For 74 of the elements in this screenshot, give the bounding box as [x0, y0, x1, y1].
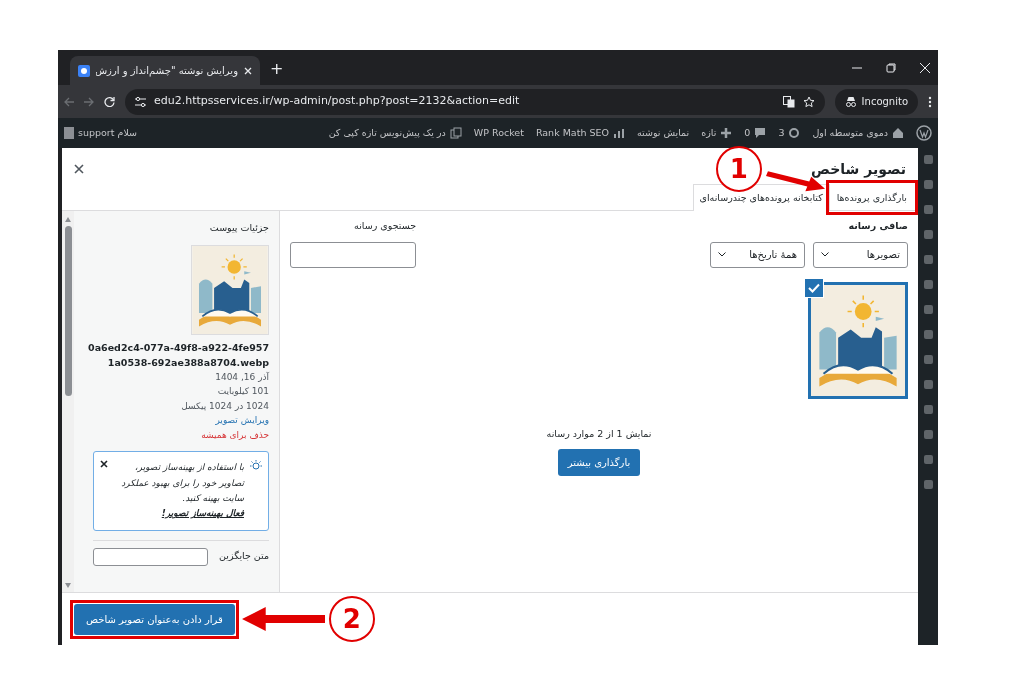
file-name: 0a6ed2c4-077a-49f8-a922-4fe9571a0538-692ae388a8704.webp — [87, 340, 269, 370]
admin-bar-link[interactable]: دموی متوسطه اول — [812, 125, 888, 141]
comment-icon[interactable] — [754, 127, 767, 139]
set-featured-image-button[interactable]: قرار دادن به‌عنوان تصویر شاخص — [74, 603, 235, 635]
admin-bar-link[interactable]: Rank Math SEO — [535, 125, 609, 141]
tab-title: ویرایش نوشته "چشم‌انداز و ارزش — [96, 64, 238, 78]
reload-icon[interactable] — [104, 96, 115, 107]
attachment-details-heading: جزئیات پیوست — [209, 221, 269, 236]
image-dimensions: 1024 در 1024 پیکسل — [181, 399, 269, 413]
admin-menu-icon[interactable] — [922, 404, 934, 415]
modal-title: تصویر شاخص — [811, 159, 906, 180]
admin-menu-icon[interactable] — [922, 379, 934, 390]
copy-icon[interactable] — [449, 127, 462, 139]
forward-arrow-icon[interactable] — [84, 96, 94, 107]
translate-icon[interactable] — [782, 95, 795, 108]
search-field[interactable] — [290, 241, 416, 268]
back-arrow-icon[interactable] — [64, 96, 74, 107]
menu-icon[interactable] — [928, 95, 932, 108]
favicon-icon — [78, 64, 90, 77]
close-icon[interactable] — [74, 164, 84, 174]
admin-menu-icon[interactable] — [922, 454, 934, 465]
new-tab-button[interactable]: + — [270, 57, 284, 81]
date-select[interactable]: همهٔ تاریخ‌ها — [710, 241, 805, 268]
alt-text-label: متن جایگزین — [219, 549, 269, 564]
notice-text: با استفاده از بهینه‌ساز تصویر، تصاویر خود را برای بهبود عملکرد سایت بهینه کنید. فعال بهینه‌ساز تصویر! — [120, 461, 244, 521]
restore-icon[interactable] — [886, 62, 896, 73]
incognito-button[interactable]: Incognito — [834, 88, 918, 115]
filter-label: صافی رسانه — [847, 219, 908, 234]
wordpress-logo-icon[interactable] — [916, 125, 932, 141]
upload-date: آذر 16, 1404 — [215, 370, 269, 384]
admin-bar-link[interactable]: نمایش نوشته — [636, 125, 690, 141]
check-icon — [808, 282, 820, 293]
admin-menu-icon[interactable] — [922, 154, 934, 165]
scroll-down-icon — [65, 583, 71, 588]
bar-chart-icon[interactable] — [612, 127, 625, 139]
close-icon[interactable] — [100, 460, 108, 469]
admin-bar-link[interactable]: WP Rocket — [473, 125, 524, 141]
file-size: 101 کیلوبایت — [217, 385, 269, 399]
admin-bar-link[interactable]: 0 — [744, 125, 751, 141]
lightbulb-icon — [250, 460, 262, 473]
site-settings-icon[interactable] — [135, 96, 146, 107]
search-label: جستجوی رسانه — [353, 219, 416, 234]
admin-menu-icon[interactable] — [922, 354, 934, 365]
scrollbar[interactable] — [62, 211, 74, 592]
admin-bar-link[interactable]: 3 — [778, 125, 785, 141]
scroll-up-icon — [65, 217, 71, 223]
admin-menu-icon[interactable] — [922, 479, 934, 490]
media-type-select[interactable]: تصویرها — [813, 241, 908, 268]
admin-menu-icon[interactable] — [922, 204, 934, 215]
admin-menu-icon[interactable] — [922, 304, 934, 315]
admin-bar-link[interactable]: تازه — [701, 125, 717, 141]
edit-image-link[interactable]: ویرایش تصویر — [215, 414, 269, 428]
admin-bar-link[interactable]: در یک پیش‌نویس تازه کپی کن — [328, 125, 446, 141]
admin-menu-icon[interactable] — [922, 279, 934, 290]
media-count-text: نمایش 1 از 2 موارد رسانه — [546, 426, 652, 441]
alt-text-field[interactable] — [93, 547, 208, 566]
admin-menu-icon[interactable] — [922, 429, 934, 440]
home-icon[interactable] — [892, 127, 904, 139]
load-more-button[interactable]: بارگذاری بیشتر — [557, 448, 641, 476]
refresh-icon[interactable] — [788, 127, 801, 139]
incognito-icon — [844, 96, 857, 107]
browser-tab[interactable]: ویرایش نوشته "چشم‌انداز و ارزش — [70, 56, 260, 85]
plus-icon[interactable] — [720, 127, 733, 139]
chevron-down-icon — [718, 252, 726, 257]
modal-tab[interactable]: بارگذاری پرونده‌ها — [829, 184, 914, 212]
delete-permanently-link[interactable]: حذف برای همیشه — [201, 428, 269, 443]
admin-menu-icon[interactable] — [922, 254, 934, 265]
chevron-down-icon — [821, 252, 829, 257]
admin-menu-icon[interactable] — [922, 179, 934, 190]
star-icon[interactable] — [802, 95, 815, 108]
admin-menu-icon[interactable] — [922, 229, 934, 240]
enable-optimizer-link[interactable]: فعال بهینه‌ساز تصویر! — [161, 508, 244, 519]
admin-greeting[interactable]: سلام support — [78, 125, 137, 141]
admin-menu-icon[interactable] — [922, 329, 934, 340]
